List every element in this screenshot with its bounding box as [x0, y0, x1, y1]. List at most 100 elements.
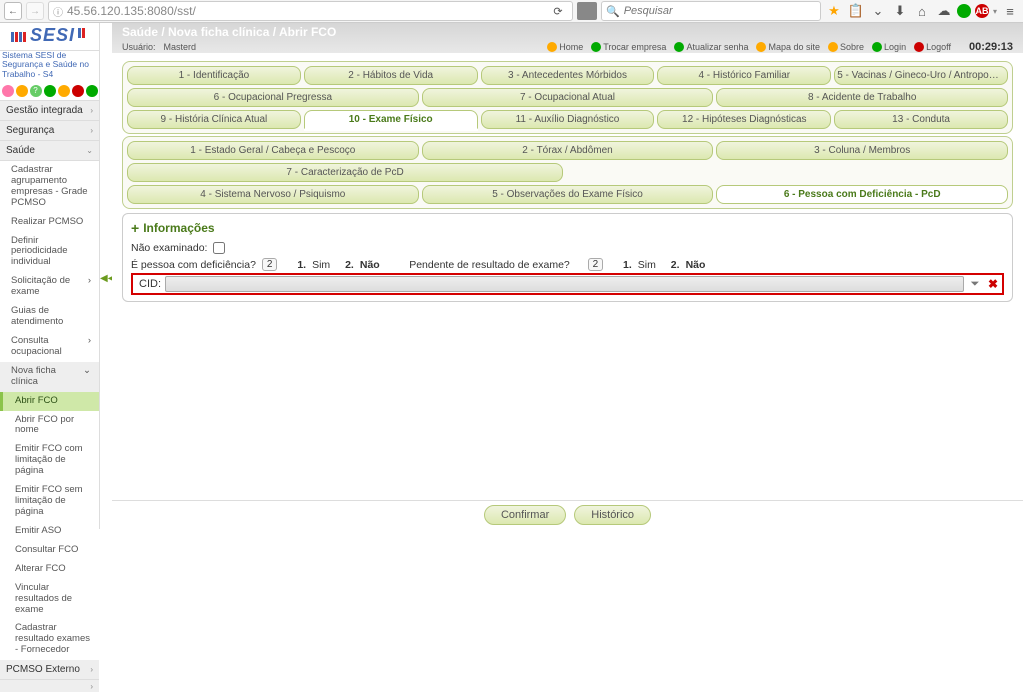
nav-item-abrir-fco[interactable]: Abrir FCO [0, 392, 99, 411]
label-nao-examinado: Não examinado: [131, 242, 207, 254]
checkbox-nao-examinado[interactable] [213, 242, 225, 254]
row-cid: CID: ⏷ ✖ [131, 273, 1004, 295]
link-trocar[interactable]: Trocar empresa [591, 42, 666, 52]
clear-icon[interactable]: ✖ [986, 277, 1000, 291]
confirmar-button[interactable]: Confirmar [484, 505, 566, 525]
mini-icon-6[interactable] [72, 85, 84, 97]
info-icon: ⓘ [53, 4, 63, 19]
subtab-pcd[interactable]: 6 - Pessoa com Deficiência - PcD [716, 185, 1008, 204]
reader-icon[interactable] [577, 2, 597, 20]
nav-item-vincular-res[interactable]: Vincular resultados de exame [0, 579, 99, 620]
url-bar[interactable]: ⓘ 45.56.120.135:8080/sst/ ⟳ [48, 1, 573, 21]
adblock-icon[interactable]: AB [975, 4, 989, 18]
link-login[interactable]: Login [872, 42, 906, 52]
cid-input[interactable] [165, 276, 964, 292]
tab-ocup-atual[interactable]: 7 - Ocupacional Atual [422, 88, 714, 107]
clipboard-icon[interactable]: 📋 [847, 2, 865, 20]
historico-button[interactable]: Histórico [574, 505, 651, 525]
nav-item-realizar-pcmso[interactable]: Realizar PCMSO [0, 213, 99, 232]
subtab-coluna[interactable]: 3 - Coluna / Membros [716, 141, 1008, 160]
search-bar[interactable]: 🔍 [601, 1, 821, 21]
sync-icon[interactable]: ☁ [935, 2, 953, 20]
subtab-sist-nervoso[interactable]: 4 - Sistema Nervoso / Psiquismo [127, 185, 419, 204]
downloads-icon[interactable]: ⬇ [891, 2, 909, 20]
refresh-icon[interactable]: ⟳ [548, 5, 568, 18]
tab-conduta[interactable]: 13 - Conduta [834, 110, 1008, 129]
subtab-obs-exame[interactable]: 5 - Observações do Exame Físico [422, 185, 714, 204]
badge-pessoa-def[interactable]: 2 [262, 258, 278, 271]
tab-acidente[interactable]: 8 - Acidente de Trabalho [716, 88, 1008, 107]
mini-icon-1[interactable] [2, 85, 14, 97]
mini-icon-7[interactable] [86, 85, 98, 97]
nav-pcmso-externo[interactable]: PCMSO Externo› [0, 660, 99, 680]
tab-habitos[interactable]: 2 - Hábitos de Vida [304, 66, 478, 85]
subtab-estado-geral[interactable]: 1 - Estado Geral / Cabeça e Pescoço [127, 141, 419, 160]
link-sobre[interactable]: Sobre [828, 42, 864, 52]
tab-antecedentes[interactable]: 3 - Antecedentes Mórbidos [481, 66, 655, 85]
tab-ocup-pregressa[interactable]: 6 - Ocupacional Pregressa [127, 88, 419, 107]
filter-icon[interactable]: ⏷ [968, 277, 982, 291]
chevron-down-icon: ⌄ [83, 366, 91, 388]
mini-icon-5[interactable] [58, 85, 70, 97]
opt1b-sim[interactable]: Sim [638, 259, 656, 271]
opt2b-nao[interactable]: Não [686, 259, 706, 271]
nav-item-abrir-fco-nome[interactable]: Abrir FCO por nome [0, 411, 99, 441]
subtab-torax[interactable]: 2 - Tórax / Abdômen [422, 141, 714, 160]
info-panel: + Informações Não examinado: É pessoa co… [122, 213, 1013, 302]
nav-item-emitir-aso[interactable]: Emitir ASO [0, 522, 99, 541]
row-nao-examinado: Não examinado: [131, 240, 1004, 256]
mini-icon-2[interactable] [16, 85, 28, 97]
mini-icon-4[interactable] [44, 85, 56, 97]
tab-aux-diag[interactable]: 11 - Auxílio Diagnóstico [481, 110, 655, 129]
pocket-icon[interactable]: ⌄ [869, 2, 887, 20]
back-button[interactable]: ← [4, 2, 22, 20]
chevron-icon: › [90, 682, 93, 691]
nav-item-guias[interactable]: Guias de atendimento [0, 302, 99, 332]
nav-item-nova-ficha[interactable]: Nova ficha clínica⌄ [0, 362, 99, 392]
tab-hipoteses[interactable]: 12 - Hipóteses Diagnósticas [657, 110, 831, 129]
tab-exame-fisico[interactable]: 10 - Exame Físico [304, 110, 478, 129]
label-pendente: Pendente de resultado de exame? [409, 259, 570, 271]
footer-buttons: Confirmar Histórico [112, 500, 1023, 529]
nav-item-consultar-fco[interactable]: Consultar FCO [0, 541, 99, 560]
tab-historico-fam[interactable]: 4 - Histórico Familiar [657, 66, 831, 85]
nav-saude[interactable]: Saúde⌄ [0, 141, 99, 161]
opt2-num: 2. [345, 259, 354, 271]
opt1-sim[interactable]: Sim [312, 259, 330, 271]
search-input[interactable] [624, 5, 816, 17]
tab-vacinas[interactable]: 5 - Vacinas / Gineco-Uro / Antropometria [834, 66, 1008, 85]
addon1-icon[interactable] [957, 4, 971, 18]
forward-button[interactable]: → [26, 2, 44, 20]
sidebar: SESI Sistema SESI de Segurança e Saúde n… [0, 23, 100, 529]
nav-item-emitir-fco-lim[interactable]: Emitir FCO com limitação de página [0, 440, 99, 481]
nav-item-definir-period[interactable]: Definir periodicidade individual [0, 232, 99, 273]
nav-item-solicitacao[interactable]: Solicitação de exame› [0, 272, 99, 302]
plus-icon[interactable]: + [131, 220, 139, 236]
link-mapa[interactable]: Mapa do site [756, 42, 820, 52]
sidebar-collapse[interactable]: ◀◀ [100, 23, 112, 529]
link-logoff[interactable]: Logoff [914, 42, 951, 52]
tab-identificacao[interactable]: 1 - Identificação [127, 66, 301, 85]
nav-item-alterar-fco[interactable]: Alterar FCO [0, 560, 99, 579]
subtab-caract-pcd[interactable]: 7 - Caracterização de PcD [127, 163, 563, 182]
info-icon [828, 42, 838, 52]
nav-item-cadastrar-res[interactable]: Cadastrar resultado exames - Fornecedor [0, 619, 99, 660]
opt2-nao[interactable]: Não [360, 259, 380, 271]
menu-icon[interactable]: ≡ [1001, 2, 1019, 20]
link-home[interactable]: Home [547, 42, 583, 52]
url-text: 45.56.120.135:8080/sst/ [67, 4, 544, 18]
nav-seguranca[interactable]: Segurança› [0, 121, 99, 141]
nav-item-emitir-fco-sem[interactable]: Emitir FCO sem limitação de página [0, 481, 99, 522]
nav-item-consulta-ocup[interactable]: Consulta ocupacional› [0, 332, 99, 362]
main-tabs: 1 - Identificação 2 - Hábitos de Vida 3 … [122, 61, 1013, 134]
tab-hist-clinica[interactable]: 9 - História Clínica Atual [127, 110, 301, 129]
badge-pendente[interactable]: 2 [588, 258, 604, 271]
chevron-icon: › [90, 665, 93, 674]
mini-icon-3[interactable]: ? [30, 85, 42, 97]
home-icon[interactable]: ⌂ [913, 2, 931, 20]
link-atualizar[interactable]: Atualizar senha [674, 42, 748, 52]
bookmark-icon[interactable]: ★ [825, 2, 843, 20]
nav-item-cadastrar-grupo[interactable]: Cadastrar agrupamento empresas - Grade P… [0, 161, 99, 213]
adblock-dropdown-icon[interactable]: ▾ [993, 7, 997, 16]
nav-gestao[interactable]: Gestão integrada› [0, 101, 99, 121]
